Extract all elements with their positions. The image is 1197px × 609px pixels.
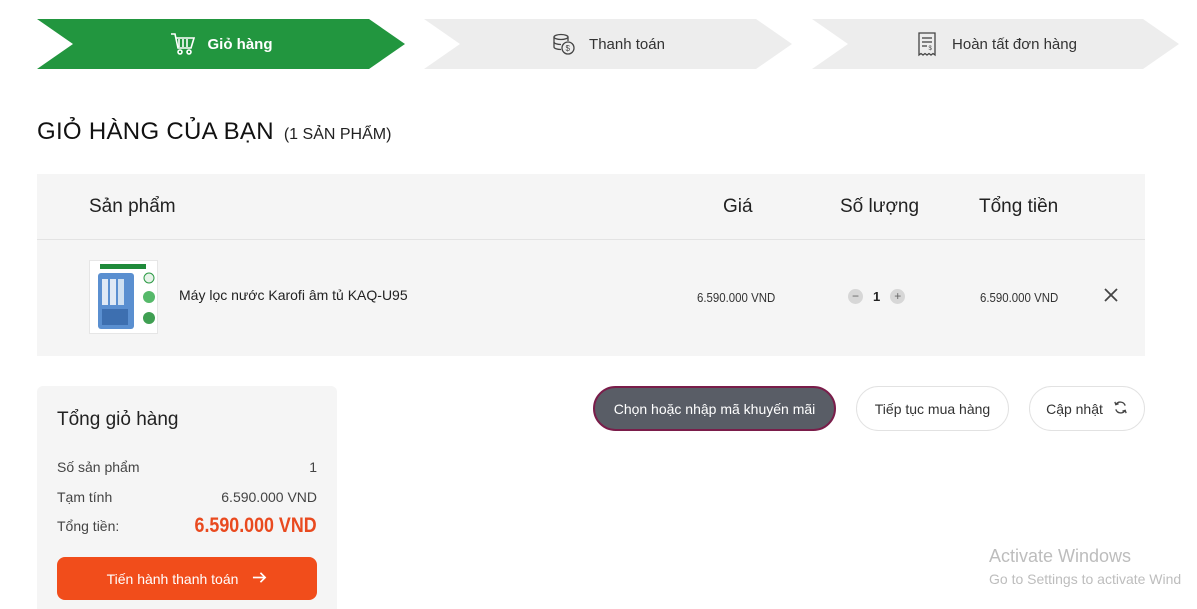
refresh-icon bbox=[1113, 400, 1128, 418]
step-complete[interactable]: $ Hoàn tất đơn hàng bbox=[812, 19, 1179, 69]
step-complete-label: Hoàn tất đơn hàng bbox=[952, 35, 1077, 53]
close-icon[interactable] bbox=[1103, 287, 1119, 303]
update-cart-button[interactable]: Cập nhật bbox=[1029, 386, 1145, 431]
header-quantity: Số lượng bbox=[840, 196, 920, 217]
quantity-stepper[interactable]: − 1 + bbox=[848, 289, 906, 304]
step-cart-label: Giỏ hàng bbox=[207, 35, 273, 53]
cart-summary: Tổng giỏ hàng Số sản phẩm 1 Tạm tính 6.5… bbox=[37, 386, 337, 609]
product-image[interactable] bbox=[89, 260, 158, 334]
header-price: Giá bbox=[723, 196, 753, 217]
promo-code-button[interactable]: Chọn hoặc nhập mã khuyến mãi bbox=[593, 386, 836, 431]
svg-text:$: $ bbox=[566, 44, 571, 53]
summary-total-row: Tổng tiền: 6.590.000 VND bbox=[57, 514, 317, 538]
product-total: 6.590.000 VND bbox=[980, 290, 1059, 305]
bill-icon: $ bbox=[914, 31, 940, 57]
step-payment-label: Thanh toán bbox=[589, 35, 665, 53]
summary-subtotal-row: Tạm tính 6.590.000 VND bbox=[57, 489, 317, 505]
summary-title: Tổng giỏ hàng bbox=[57, 409, 179, 430]
subtotal-value: 6.590.000 VND bbox=[221, 489, 317, 505]
decrease-button[interactable]: − bbox=[848, 289, 863, 304]
continue-label: Tiếp tục mua hàng bbox=[874, 400, 991, 417]
total-label: Tổng tiền: bbox=[57, 518, 120, 534]
continue-shopping-button[interactable]: Tiếp tục mua hàng bbox=[856, 386, 1009, 431]
table-header: Sản phẩm Giá Số lượng Tổng tiền bbox=[37, 174, 1145, 240]
total-value: 6.590.000 VND bbox=[194, 514, 317, 537]
cart-heading: GIỎ HÀNG CỦA BẠN (1 SẢN PHẨM) bbox=[37, 118, 391, 146]
items-value: 1 bbox=[309, 459, 317, 475]
activate-windows-title: Activate Windows bbox=[989, 546, 1132, 566]
arrow-right-icon bbox=[252, 570, 267, 588]
header-product: Sản phẩm bbox=[89, 196, 176, 217]
checkout-steps: Giỏ hàng $ Thanh toán $ Hoàn tất đơn hàn… bbox=[37, 19, 1179, 69]
checkout-button[interactable]: Tiến hành thanh toán bbox=[57, 557, 317, 600]
update-label: Cập nhật bbox=[1046, 400, 1103, 417]
money-icon: $ bbox=[551, 31, 577, 57]
activate-windows-subtitle: Go to Settings to activate Wind bbox=[989, 571, 1182, 587]
step-payment[interactable]: $ Thanh toán bbox=[424, 19, 792, 69]
cart-count: (1 SẢN PHẨM) bbox=[283, 126, 392, 143]
cart-table: Sản phẩm Giá Số lượng Tổng tiền Máy lọc … bbox=[37, 174, 1145, 356]
subtotal-label: Tạm tính bbox=[57, 489, 113, 505]
quantity-value: 1 bbox=[873, 289, 881, 304]
promo-label: Chọn hoặc nhập mã khuyến mãi bbox=[613, 400, 816, 417]
product-name[interactable]: Máy lọc nước Karofi âm tủ KAQ-U95 bbox=[179, 287, 408, 303]
items-label: Số sản phẩm bbox=[57, 459, 140, 475]
header-total: Tổng tiền bbox=[979, 196, 1059, 217]
summary-items-row: Số sản phẩm 1 bbox=[57, 459, 317, 475]
increase-button[interactable]: + bbox=[890, 289, 906, 304]
cart-icon bbox=[170, 31, 196, 57]
page-title: GIỎ HÀNG CỦA BẠN bbox=[37, 118, 274, 145]
svg-text:$: $ bbox=[929, 46, 933, 52]
table-row: Máy lọc nước Karofi âm tủ KAQ-U95 6.590.… bbox=[37, 240, 1145, 355]
product-price: 6.590.000 VND bbox=[697, 290, 776, 305]
step-cart[interactable]: Giỏ hàng bbox=[37, 19, 405, 69]
checkout-label: Tiến hành thanh toán bbox=[106, 570, 239, 587]
